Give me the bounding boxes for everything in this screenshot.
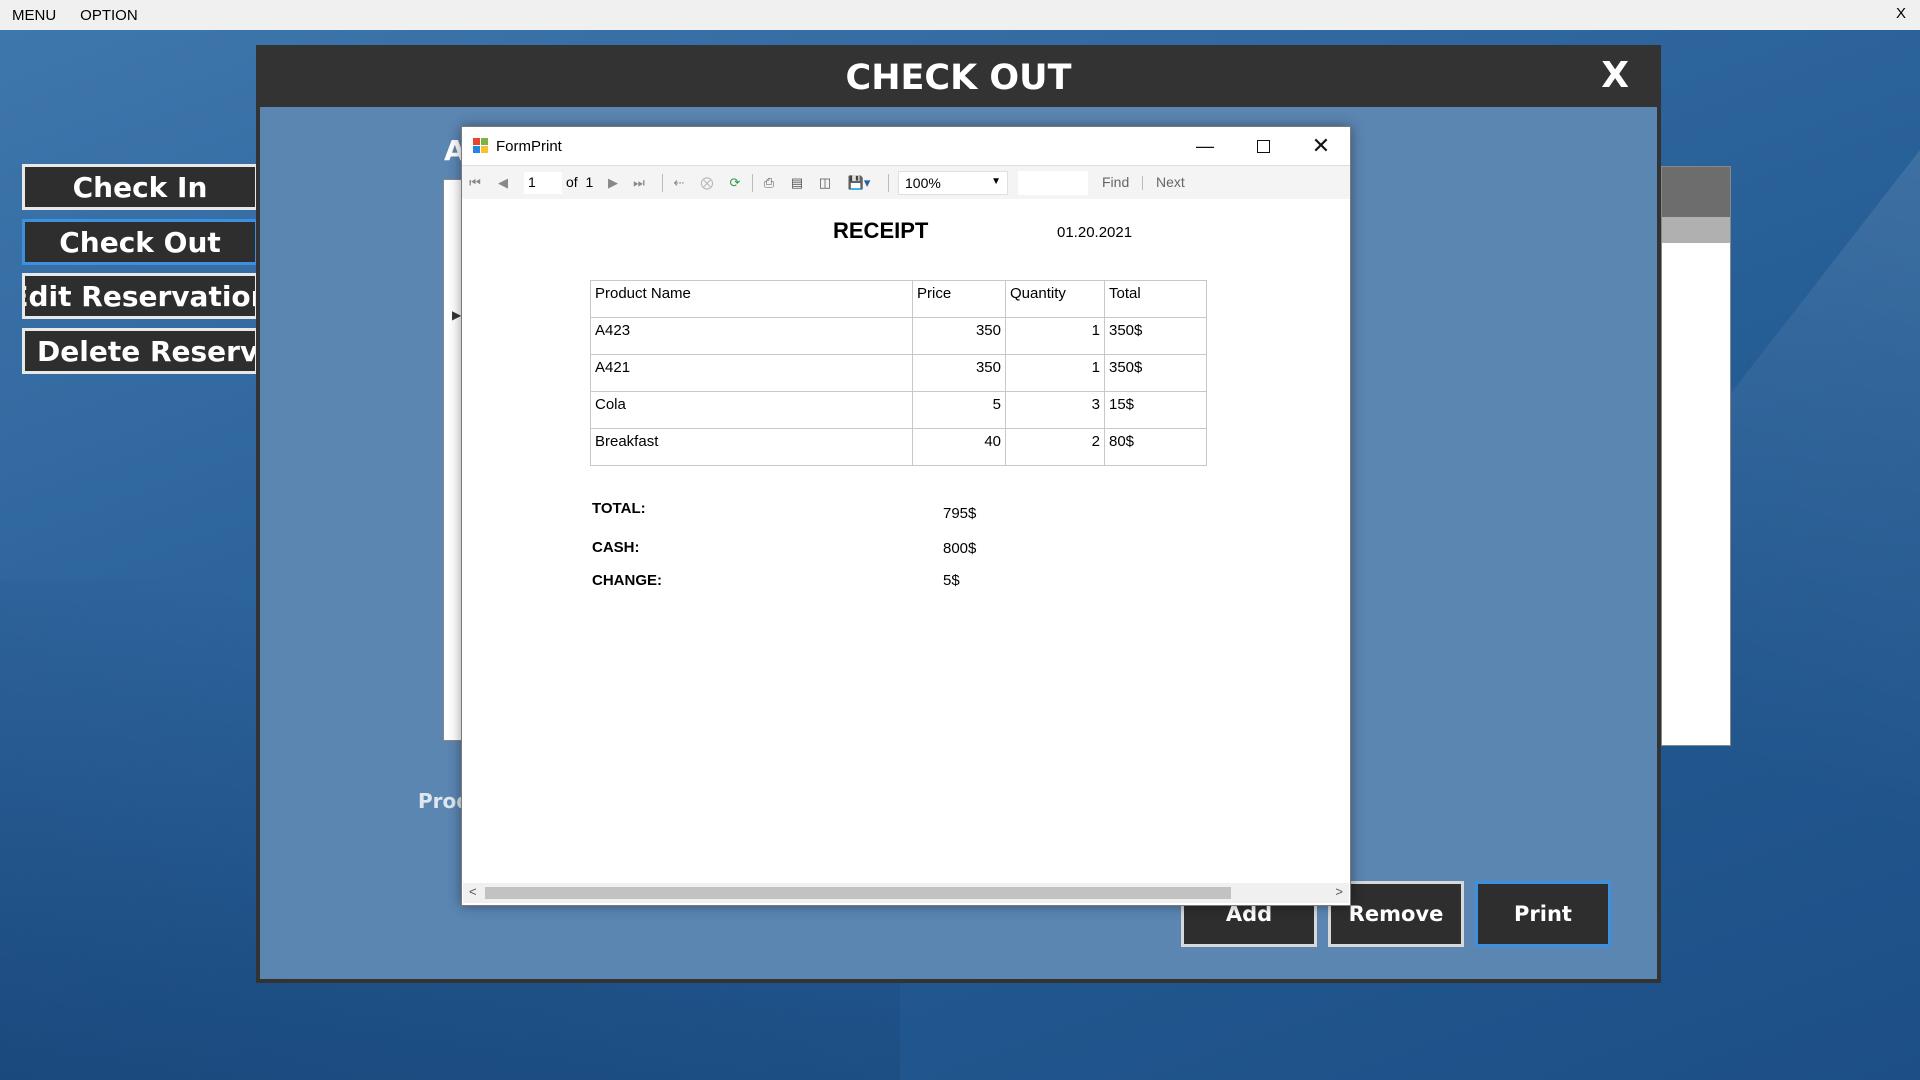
formprint-title: FormPrint bbox=[496, 137, 562, 155]
page-of-label: of 1 bbox=[566, 174, 594, 190]
table-row: Breakfast 40 2 80$ bbox=[590, 428, 1207, 466]
cell-price: 40 bbox=[912, 428, 1006, 466]
receipt-title: RECEIPT bbox=[833, 218, 929, 243]
product-grid[interactable] bbox=[1661, 166, 1731, 746]
cell-quantity: 3 bbox=[1005, 391, 1105, 429]
cash-value: 800$ bbox=[943, 540, 977, 557]
previous-page-icon[interactable]: ◀ bbox=[494, 174, 512, 192]
cell-total: 15$ bbox=[1104, 391, 1207, 429]
formprint-titlebar[interactable]: FormPrint — ✕ bbox=[462, 127, 1350, 165]
page-setup-icon[interactable]: ◫ bbox=[816, 174, 834, 192]
print-icon[interactable]: ⎙ bbox=[760, 174, 778, 192]
cell-quantity: 2 bbox=[1005, 428, 1105, 466]
print-layout-icon[interactable]: ▤ bbox=[788, 174, 806, 192]
cell-product: Breakfast bbox=[590, 428, 913, 466]
check-out-button[interactable]: Check Out bbox=[22, 219, 258, 265]
total-value: 795$ bbox=[943, 505, 977, 522]
next-page-icon[interactable]: ▶ bbox=[604, 174, 622, 192]
change-value: 5$ bbox=[943, 572, 960, 589]
scroll-right-icon[interactable]: > bbox=[1335, 884, 1343, 899]
cell-quantity: 1 bbox=[1005, 317, 1105, 355]
table-row: A423 350 1 350$ bbox=[590, 317, 1207, 355]
row-selector-icon: ▶ bbox=[452, 308, 462, 322]
zoom-select[interactable]: 100% ▼ bbox=[898, 171, 1008, 195]
menu-item-option[interactable]: OPTION bbox=[68, 7, 150, 24]
cell-product: Cola bbox=[590, 391, 913, 429]
chevron-down-icon: ▼ bbox=[991, 176, 1001, 187]
report-viewer: RECEIPT 01.20.2021 Product Name Price Qu… bbox=[463, 200, 1349, 890]
receipt-table: Product Name Price Quantity Total A423 3… bbox=[590, 280, 1207, 466]
cell-product: A423 bbox=[590, 317, 913, 355]
cell-total: 350$ bbox=[1104, 354, 1207, 392]
total-label: TOTAL: bbox=[592, 500, 646, 517]
last-page-icon[interactable]: ⏭ bbox=[630, 174, 648, 192]
delete-reservation-button[interactable]: Delete Reservatio bbox=[22, 328, 258, 374]
column-header: Price bbox=[912, 280, 1006, 318]
table-row: Cola 5 3 15$ bbox=[590, 391, 1207, 429]
first-page-icon[interactable]: ⏮ bbox=[466, 174, 484, 192]
cell-price: 5 bbox=[912, 391, 1006, 429]
edit-reservation-button[interactable]: Edit Reservation bbox=[22, 273, 258, 319]
column-header: Total bbox=[1104, 280, 1207, 318]
checkout-title: CHECK OUT bbox=[260, 49, 1657, 107]
find-link[interactable]: Find bbox=[1102, 174, 1129, 190]
scrollbar-thumb[interactable] bbox=[485, 887, 1231, 899]
cell-price: 350 bbox=[912, 317, 1006, 355]
menu-item-menu[interactable]: MENU bbox=[0, 7, 68, 24]
next-link[interactable]: Next bbox=[1156, 174, 1185, 190]
cell-price: 350 bbox=[912, 354, 1006, 392]
cell-total: 350$ bbox=[1104, 317, 1207, 355]
export-icon[interactable]: 💾▾ bbox=[844, 174, 874, 192]
print-button[interactable]: Print bbox=[1475, 881, 1611, 947]
zoom-value: 100% bbox=[905, 175, 941, 191]
horizontal-scrollbar[interactable]: < > bbox=[463, 883, 1349, 903]
minimize-icon[interactable]: — bbox=[1176, 127, 1234, 165]
maximize-icon[interactable] bbox=[1234, 127, 1292, 165]
cell-quantity: 1 bbox=[1005, 354, 1105, 392]
app-icon bbox=[473, 138, 489, 154]
refresh-icon[interactable]: ⟳ bbox=[726, 174, 744, 192]
cell-total: 80$ bbox=[1104, 428, 1207, 466]
table-row: A421 350 1 350$ bbox=[590, 354, 1207, 392]
grid-row[interactable] bbox=[1662, 217, 1730, 243]
formprint-dialog: FormPrint — ✕ ⏮ ◀ 1 of 1 ▶ ⏭ ⇠ ⨂ ⟳ ⎙ ▤ ◫… bbox=[461, 126, 1351, 906]
find-input[interactable] bbox=[1018, 171, 1088, 195]
app-close-button[interactable]: X bbox=[1896, 5, 1906, 22]
check-in-button[interactable]: Check In bbox=[22, 164, 258, 210]
cash-label: CASH: bbox=[592, 539, 640, 556]
column-header: Product Name bbox=[590, 280, 913, 318]
scroll-left-icon[interactable]: < bbox=[469, 884, 477, 899]
menubar: MENU OPTION X bbox=[0, 0, 1920, 30]
checkout-close-button[interactable]: X bbox=[1601, 55, 1629, 96]
report-toolbar: ⏮ ◀ 1 of 1 ▶ ⏭ ⇠ ⨂ ⟳ ⎙ ▤ ◫ 💾▾ 100% ▼ Fin… bbox=[462, 165, 1350, 199]
stop-icon[interactable]: ⨂ bbox=[698, 174, 716, 192]
column-header: Quantity bbox=[1005, 280, 1105, 318]
page-number-input[interactable]: 1 bbox=[524, 172, 562, 194]
cell-product: A421 bbox=[590, 354, 913, 392]
receipt-date: 01.20.2021 bbox=[1057, 224, 1133, 241]
grid-header bbox=[1662, 167, 1730, 217]
back-icon[interactable]: ⇠ bbox=[670, 174, 688, 192]
table-header-row: Product Name Price Quantity Total bbox=[590, 280, 1207, 318]
close-icon[interactable]: ✕ bbox=[1292, 127, 1350, 165]
change-label: CHANGE: bbox=[592, 572, 662, 589]
